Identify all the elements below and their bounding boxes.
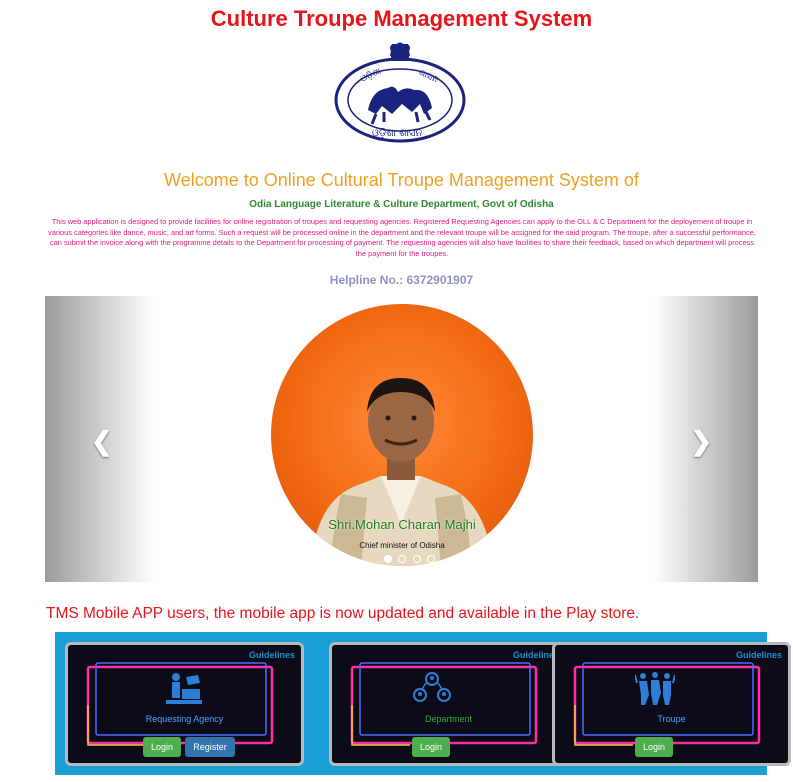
description-text: This web application is designed to prov… <box>48 217 756 258</box>
card-label: Requesting Agency <box>145 714 224 724</box>
department-login-button[interactable]: Login <box>412 737 450 757</box>
welcome-heading: Welcome to Online Cultural Troupe Manage… <box>164 170 639 190</box>
department-card: Guidelines Department Login <box>329 642 568 766</box>
carousel-indicator[interactable] <box>398 555 407 563</box>
agency-login-button[interactable]: Login <box>143 737 181 757</box>
agency-icon <box>166 673 202 704</box>
svg-text:ଓଡ଼ିଶା ଶାସନ: ଓଡ଼ିଶା ଶାସନ <box>372 128 422 139</box>
chief-minister-portrait <box>311 378 493 566</box>
department-icon <box>413 672 451 702</box>
card-label: Troupe <box>657 714 686 724</box>
image-carousel: ❮ ❯ Shri.Mohan Charan Majhi Chief minist… <box>45 296 758 582</box>
svg-text:ଓଡ଼ିଶା: ଓଡ଼ିଶା <box>359 66 383 85</box>
guidelines-link[interactable]: Guidelines <box>736 650 782 660</box>
guidelines-link[interactable]: Guidelines <box>249 650 295 660</box>
carousel-indicator[interactable] <box>384 555 392 563</box>
card-label: Department <box>424 714 473 724</box>
slide-caption-name: Shri.Mohan Charan Majhi <box>328 517 476 532</box>
carousel-indicator[interactable] <box>412 555 421 563</box>
svg-text:ଶାସନ: ଶାସନ <box>417 68 440 86</box>
helpline-number: Helpline No.: 6372901907 <box>329 273 474 287</box>
login-cards-panel: Guidelines Requesting Agency Login Regis… <box>55 632 791 775</box>
requesting-agency-card: Guidelines Requesting Agency Login Regis… <box>65 642 304 766</box>
troupe-login-button[interactable]: Login <box>635 737 673 757</box>
troupe-card: Guidelines Troupe Login <box>552 642 791 766</box>
carousel-slide-image: Shri.Mohan Charan Majhi Chief minister o… <box>271 304 533 566</box>
carousel-indicators <box>383 550 436 568</box>
department-name: Odia Language Literature & Culture Depar… <box>249 199 554 210</box>
odisha-government-emblem: ଓଡ଼ିଶା ଶାସନ ଓଡ଼ିଶା ଶାସନ <box>334 42 466 143</box>
chevron-left-icon[interactable]: ❮ <box>91 426 113 457</box>
mobile-app-notice: TMS Mobile APP users, the mobile app is … <box>46 605 640 622</box>
agency-register-button[interactable]: Register <box>185 737 235 757</box>
page-title: Culture Troupe Management System <box>210 6 593 31</box>
chevron-right-icon[interactable]: ❯ <box>690 426 712 457</box>
troupe-icon <box>635 672 675 705</box>
carousel-indicator[interactable] <box>427 555 436 563</box>
slide-caption-role: Chief minister of Odisha <box>359 541 445 550</box>
